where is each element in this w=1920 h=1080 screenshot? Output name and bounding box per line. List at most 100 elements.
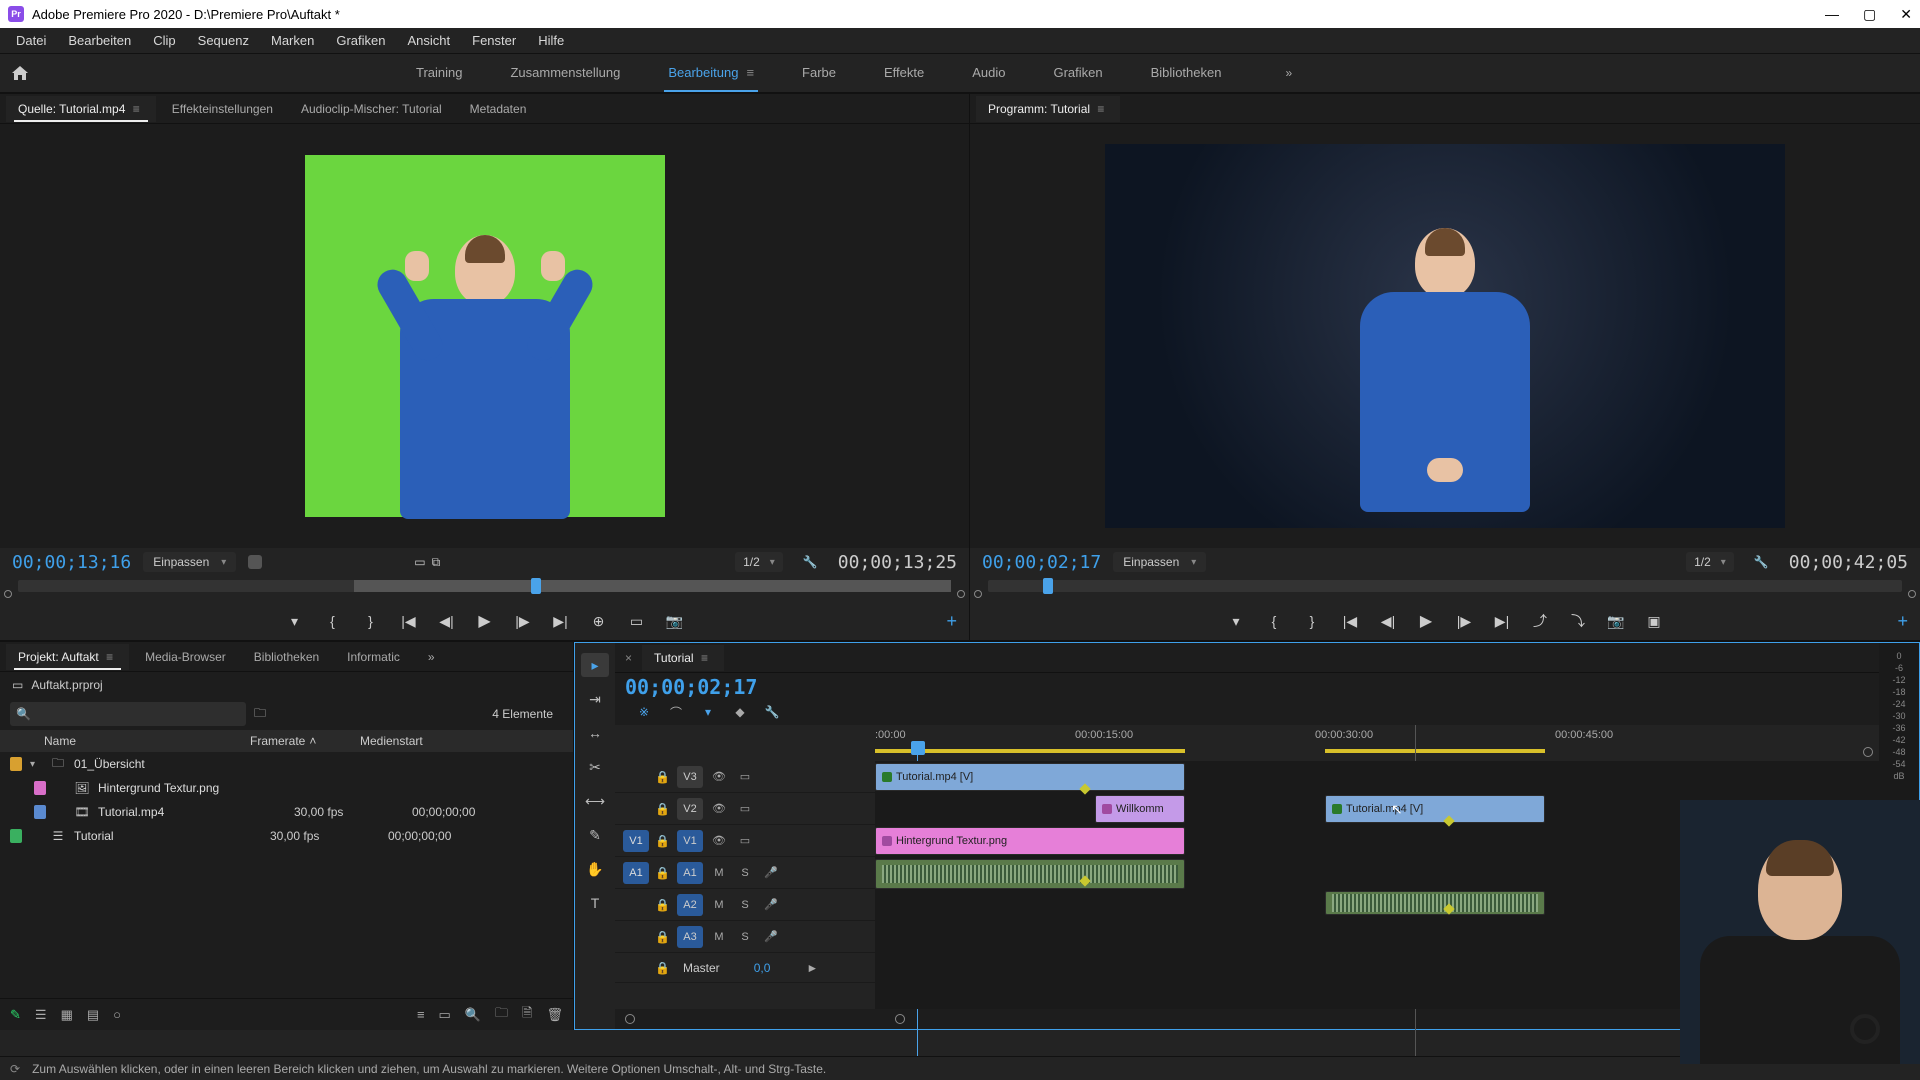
disclosure-icon[interactable]: ▾	[30, 759, 42, 770]
clip-image[interactable]: Hintergrund Textur.png	[875, 827, 1185, 855]
source-timecode[interactable]: 00;00;13;16	[12, 552, 131, 573]
tab-info[interactable]: Informatic	[335, 644, 412, 670]
project-row[interactable]: 🖼 Hintergrund Textur.png	[0, 776, 573, 800]
project-header-row[interactable]: Name Framerate ˄ Medienstart	[0, 730, 573, 752]
clip-video[interactable]: Tutorial.mp4 [V]	[875, 763, 1185, 791]
minimize-button[interactable]: —	[1825, 6, 1839, 23]
mute-button[interactable]: M	[709, 899, 729, 911]
lock-icon[interactable]: 🔒	[655, 930, 671, 944]
track-target-a2[interactable]: A2	[677, 894, 703, 916]
menu-hilfe[interactable]: Hilfe	[528, 29, 574, 52]
program-res-dropdown[interactable]: 1/2	[1686, 552, 1734, 572]
find-icon[interactable]: 🔍	[465, 1007, 481, 1023]
menu-grafiken[interactable]: Grafiken	[326, 29, 395, 52]
track-target-a3[interactable]: A3	[677, 926, 703, 948]
maximize-button[interactable]: ▢	[1863, 6, 1876, 23]
col-name[interactable]: Name	[10, 734, 250, 748]
track-target-v2[interactable]: V2	[677, 798, 703, 820]
step-back-button[interactable]: ◀|	[1378, 611, 1398, 631]
solo-button[interactable]: S	[735, 899, 755, 911]
label-swatch[interactable]	[10, 757, 22, 771]
snap-icon[interactable]: ※	[635, 703, 653, 721]
zoom-handle-icon[interactable]	[1863, 747, 1873, 757]
ws-training[interactable]: Training	[412, 55, 466, 92]
ws-bearbeitung[interactable]: Bearbeitung≡	[664, 55, 758, 92]
master-value[interactable]: 0,0	[754, 961, 771, 975]
overwrite-button[interactable]: ▭	[627, 611, 647, 631]
goto-in-button[interactable]: |◀	[399, 611, 419, 631]
insert-button[interactable]: ⊕	[589, 611, 609, 631]
master-meter-icon[interactable]: ►	[806, 961, 818, 975]
pen-tool[interactable]: ✎	[581, 823, 609, 847]
tab-project[interactable]: Projekt: Auftakt ≡	[6, 644, 129, 670]
source-patch-a1[interactable]: A1	[623, 862, 649, 884]
label-swatch[interactable]	[34, 805, 46, 819]
clip-video[interactable]: Tutorial.mp4 [V]	[1325, 795, 1545, 823]
source-res-dropdown[interactable]: 1/2	[735, 552, 783, 572]
project-search-input[interactable]: 🔍	[10, 702, 246, 726]
button-editor-icon[interactable]: +	[1897, 611, 1908, 632]
hand-tool[interactable]: ✋	[581, 857, 609, 881]
tab-metadaten[interactable]: Metadaten	[458, 96, 539, 122]
track-target-a1[interactable]: A1	[677, 862, 703, 884]
eye-icon[interactable]: 👁	[709, 770, 729, 783]
item-name[interactable]: Tutorial	[74, 829, 262, 843]
source-timebar[interactable]	[0, 576, 969, 602]
menu-sequenz[interactable]: Sequenz	[188, 29, 259, 52]
tab-program[interactable]: Programm: Tutorial ≡	[976, 96, 1120, 122]
marker-button[interactable]	[248, 555, 262, 569]
ws-farbe[interactable]: Farbe	[798, 55, 840, 92]
lock-icon[interactable]: 🔒	[655, 866, 671, 880]
track-target-v3[interactable]: V3	[677, 766, 703, 788]
zoom-slider[interactable]: ○	[113, 1007, 121, 1022]
drag-audio-icon[interactable]: ⧉	[432, 555, 441, 570]
project-row[interactable]: ▾ 🗀 01_Übersicht	[0, 752, 573, 776]
slip-tool[interactable]: ⟷	[581, 789, 609, 813]
new-item-icon[interactable]: 🗎	[522, 1004, 532, 1026]
settings-icon[interactable]: 🔧	[763, 703, 781, 721]
comparison-button[interactable]: ▣	[1644, 611, 1664, 631]
tab-menu-icon[interactable]: ≡	[129, 102, 144, 116]
ws-zusammenstellung[interactable]: Zusammenstellung	[506, 55, 624, 92]
tab-menu-icon[interactable]: ≡	[697, 651, 712, 665]
tab-menu-icon[interactable]: ≡	[102, 650, 117, 664]
tab-audiomixer[interactable]: Audioclip-Mischer: Tutorial	[289, 96, 454, 122]
mark-out-button[interactable]: }	[1302, 611, 1322, 631]
record-icon[interactable]: 🎤	[761, 866, 781, 879]
eye-icon[interactable]: 👁	[709, 834, 729, 847]
program-timebar[interactable]	[970, 576, 1920, 602]
track-select-tool[interactable]: ⇥	[581, 687, 609, 711]
eye-icon[interactable]: 👁	[709, 802, 729, 815]
goto-in-button[interactable]: |◀	[1340, 611, 1360, 631]
settings-icon[interactable]: 🔧	[1754, 555, 1769, 569]
goto-out-button[interactable]: ▶|	[1492, 611, 1512, 631]
tabs-overflow-icon[interactable]: »	[416, 644, 447, 670]
col-framerate[interactable]: Framerate ˄	[250, 734, 360, 748]
razor-tool[interactable]: ✂	[581, 755, 609, 779]
drag-video-icon[interactable]: ▭	[414, 555, 425, 570]
mute-button[interactable]: M	[709, 867, 729, 879]
project-row[interactable]: 🎞 Tutorial.mp4 30,00 fps 00;00;00;00	[0, 800, 573, 824]
col-medienstart[interactable]: Medienstart	[360, 734, 563, 748]
label-swatch[interactable]	[34, 781, 46, 795]
play-button[interactable]: ▶	[1416, 611, 1436, 631]
close-button[interactable]: ✕	[1900, 6, 1912, 23]
step-back-button[interactable]: ◀|	[437, 611, 457, 631]
item-name[interactable]: Tutorial.mp4	[98, 805, 286, 819]
ws-overflow-icon[interactable]: »	[1285, 66, 1292, 80]
add-marker-icon[interactable]: ▾	[699, 703, 717, 721]
output-icon[interactable]: ▭	[735, 770, 755, 783]
source-viewer[interactable]	[0, 124, 969, 548]
tab-libraries[interactable]: Bibliotheken	[242, 644, 331, 670]
tab-menu-icon[interactable]: ≡	[1093, 102, 1108, 116]
menu-clip[interactable]: Clip	[143, 29, 185, 52]
ws-audio[interactable]: Audio	[968, 55, 1009, 92]
menu-fenster[interactable]: Fenster	[462, 29, 526, 52]
output-icon[interactable]: ▭	[735, 834, 755, 847]
menu-bearbeiten[interactable]: Bearbeiten	[58, 29, 141, 52]
record-icon[interactable]: 🎤	[761, 930, 781, 943]
clip-audio[interactable]	[1325, 891, 1545, 915]
lock-icon[interactable]: 🔒	[655, 961, 671, 975]
sort-icon[interactable]: ≡	[417, 1007, 425, 1022]
lift-button[interactable]: ⤴	[1530, 611, 1550, 631]
